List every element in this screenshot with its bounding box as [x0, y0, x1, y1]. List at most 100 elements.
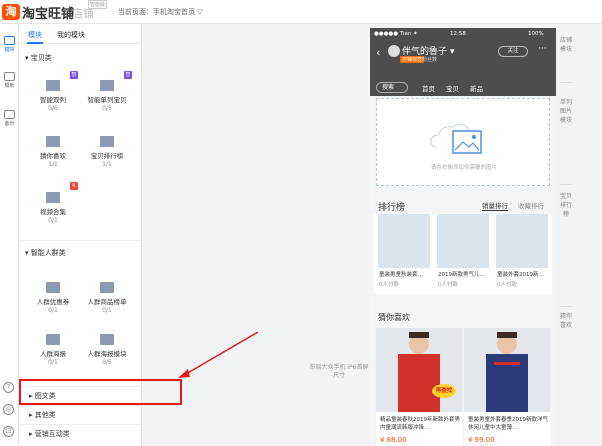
- module-crowd-product-list[interactable]: 人群商品榜单 0/1: [87, 282, 127, 314]
- guess-title: 猜你喜欢: [378, 313, 410, 322]
- promo-sticker: 再查找: [432, 384, 456, 398]
- product-name: 2019新款男气儿…: [438, 272, 485, 278]
- section-other[interactable]: ▸ 其他类: [19, 405, 142, 424]
- product-sales: 0人付款: [438, 282, 458, 288]
- taobao-logo-icon[interactable]: 淘: [2, 4, 20, 20]
- ranking-list: 童装男童秋装套… 0人付款 2019新款男气儿… 0人付款 童装外套2019新……: [374, 214, 552, 294]
- ranking-item[interactable]: 童装外套2019新… 0人付款: [494, 214, 550, 294]
- rightnav-guess[interactable]: 猜你喜欢: [560, 312, 572, 330]
- shop-header[interactable]: ‹ 伴气的魯子 ▾ 店铺标签 粉丝数 关注 ···: [370, 40, 556, 80]
- status-bar: ●●●●● Tian ✦ 12:58 100%: [370, 28, 556, 40]
- module-crowd-coupon[interactable]: 人群优惠券 0/1: [33, 282, 73, 314]
- module-icon: [4, 36, 15, 45]
- rail-item-backup[interactable]: 备份: [0, 108, 19, 132]
- tab-sales-ranking[interactable]: 销量排行: [482, 200, 508, 211]
- list-icon: [100, 80, 114, 91]
- module-name: 智能双列: [40, 96, 66, 104]
- screen-icon[interactable]: ⊡: [3, 426, 14, 437]
- module-crowd-poster-block[interactable]: 人群海报模块 0/5: [87, 334, 127, 366]
- nav-products[interactable]: 宝贝: [446, 83, 459, 93]
- section-products[interactable]: ▾ 宝贝类: [25, 53, 52, 63]
- module-name: 人群海报模块: [87, 350, 127, 358]
- tab-modules[interactable]: 模块: [28, 30, 42, 40]
- rail-item-module[interactable]: 模块: [0, 34, 19, 58]
- product-name: 童装男童外套春季2019新款洋气休闲儿童中大童薄…: [468, 417, 548, 431]
- module-product-ranking[interactable]: 宝贝排行榜 1/1: [87, 136, 127, 168]
- ranking-title: 排行榜: [378, 203, 406, 213]
- battery-text: 100%: [528, 31, 544, 37]
- rightnav-single-image[interactable]: 单列图片模块: [560, 98, 572, 125]
- back-icon[interactable]: ‹: [376, 46, 380, 59]
- module-name: 人群海报: [40, 350, 66, 358]
- module-count: 0/1: [48, 359, 58, 366]
- shop-nav: 搜索 首页 宝贝 新品: [370, 80, 556, 96]
- shop-search-button[interactable]: 搜索: [376, 82, 408, 93]
- jacket-photo: [398, 332, 440, 412]
- product-image: [376, 328, 462, 412]
- image-icon: [100, 334, 114, 345]
- template-icon: [4, 72, 15, 81]
- help-icon[interactable]: ?: [3, 382, 14, 393]
- product-image: [437, 214, 489, 268]
- ranking-item[interactable]: 2019新款男气儿… 0人付款: [435, 214, 491, 294]
- rightnav-shop-module[interactable]: 店铺模块: [560, 36, 572, 54]
- tab-favorite-ranking[interactable]: 收藏排行: [518, 200, 544, 210]
- module-name: 视频合集: [40, 208, 66, 216]
- divider: [560, 82, 572, 83]
- module-crowd-poster[interactable]: 人群海报 0/1: [33, 334, 73, 366]
- module-count: 0/5: [102, 359, 112, 366]
- nav-home[interactable]: 首页: [422, 83, 435, 93]
- current-page-select[interactable]: 当前页面：手机淘宝首页 ▽: [118, 7, 203, 17]
- tab-my-modules[interactable]: 我的模块: [57, 30, 85, 40]
- video-icon: [46, 192, 60, 203]
- product-price: ¥ 99.00: [468, 436, 495, 444]
- shop-avatar: [388, 45, 400, 57]
- module-count: 0/6: [48, 105, 58, 112]
- module-smart-double[interactable]: 智能双列 0/6: [33, 80, 73, 112]
- product-name: 童装男童秋装套…: [379, 272, 424, 278]
- banner-hint-text: 请在右侧添加你需要的图片: [430, 165, 497, 171]
- product-image: [464, 328, 550, 412]
- shop-tag: 店铺标签: [400, 56, 425, 63]
- module-name: 智能单列宝贝: [87, 96, 127, 104]
- module-count: 0/5: [102, 105, 112, 112]
- product-name: 精品童装春秋2019年新款外套男内童潮流韩版冲锋…: [380, 417, 460, 431]
- module-count: 0/1: [102, 307, 112, 314]
- ranking-item[interactable]: 童装男童秋装套… 0人付款: [376, 214, 432, 294]
- smart-badge: 智: [124, 71, 132, 79]
- nav-new[interactable]: 新品: [470, 83, 483, 93]
- grid-icon: [100, 282, 114, 293]
- list-icon: [46, 334, 60, 345]
- rightnav-ranking[interactable]: 宝贝排行榜: [560, 192, 572, 219]
- grid-icon: [100, 136, 114, 147]
- rail-item-label: 模板: [4, 83, 15, 89]
- module-video-collection[interactable]: 视频合集 0/1: [33, 192, 73, 224]
- image-banner-placeholder[interactable]: 请在右侧添加你需要的图片: [376, 98, 550, 186]
- product-price: ¥ 88.00: [380, 436, 407, 444]
- carrier-text: ●●●●● Tian ✦: [374, 31, 418, 37]
- section-smart-crowd[interactable]: ▾ 智能人群类: [25, 248, 66, 258]
- divider: [560, 184, 572, 185]
- shop-fans: 粉丝数: [422, 57, 438, 63]
- location-icon[interactable]: ◎: [3, 404, 14, 415]
- more-icon[interactable]: ···: [538, 44, 547, 54]
- product-sales: 0人付款: [379, 282, 399, 288]
- module-count: 0/1: [48, 217, 58, 224]
- module-guess-you-like[interactable]: 猜你喜欢 1/1: [33, 136, 73, 168]
- follow-button[interactable]: 关注: [498, 46, 528, 57]
- phone-preview: ●●●●● Tian ✦ 12:58 100% ‹ 伴气的魯子 ▾ 店铺标签 粉…: [370, 28, 556, 446]
- backup-icon: [4, 110, 15, 119]
- guess-item[interactable]: 童装男童外套春季2019新款洋气休闲儿童中大童薄… ¥ 99.00: [464, 328, 550, 446]
- module-smart-single[interactable]: 智能单列宝贝 0/5: [87, 80, 127, 112]
- module-count: 1/1: [48, 161, 58, 168]
- rail-item-template[interactable]: 模板: [0, 70, 19, 94]
- rail-item-label: 备份: [4, 121, 15, 127]
- section-marketing[interactable]: ▸ 营销互动类: [19, 424, 142, 443]
- product-image: [496, 214, 548, 268]
- edition-badge: 智能版: [88, 0, 108, 9]
- product-image: [378, 214, 430, 268]
- grid-icon: [46, 282, 60, 293]
- product-name: 童装外套2019新…: [497, 272, 544, 278]
- guess-item[interactable]: 再查找 精品童装春秋2019年新款外套男内童潮流韩版冲锋… ¥ 88.00: [376, 328, 462, 446]
- annotation-highlight-box: [19, 379, 182, 405]
